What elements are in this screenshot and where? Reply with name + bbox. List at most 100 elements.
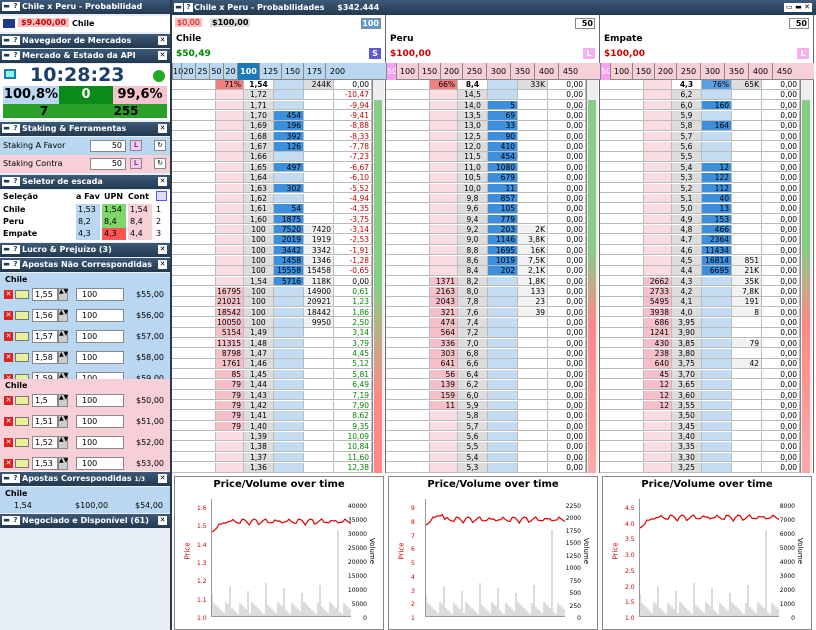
minimize-icon[interactable]: ▬ — [2, 245, 11, 254]
ladder-cell[interactable]: 15458 — [304, 266, 334, 276]
ladder-row[interactable]: 5,7 0,00 — [386, 421, 586, 432]
stake-tick-button[interactable]: 150 — [418, 63, 440, 80]
ladder-cell[interactable] — [644, 431, 672, 442]
ladder-cell[interactable]: 5,5 — [672, 152, 702, 163]
ladder-cell[interactable] — [518, 204, 548, 214]
stake-tick-button[interactable]: 150 — [281, 63, 303, 80]
bet-color-swatch[interactable] — [15, 459, 29, 468]
ladder-cell[interactable] — [386, 245, 430, 256]
ladder-cell[interactable] — [304, 380, 334, 390]
ladder-cell[interactable] — [518, 111, 548, 121]
ladder-cell[interactable]: 1,47 — [244, 349, 274, 359]
ladder-cell[interactable] — [304, 183, 334, 194]
odds-input[interactable]: 1,55 — [32, 288, 58, 301]
ladder-row[interactable]: 11,5 454 0,00 — [386, 152, 586, 163]
ladder-cell[interactable]: 3342 — [304, 245, 334, 256]
ladder-cell[interactable] — [430, 224, 458, 235]
stake-tick-button[interactable]: 400 — [534, 63, 558, 80]
ladder-cell[interactable] — [172, 183, 216, 194]
ladder-cell[interactable] — [732, 328, 762, 338]
ladder-cell[interactable]: 1,64 — [244, 173, 274, 183]
ladder-cell[interactable] — [644, 90, 672, 100]
ladder-cell[interactable]: 8,2 — [458, 276, 488, 287]
ladder-cell[interactable] — [518, 100, 548, 111]
ladder-cell[interactable] — [304, 328, 334, 338]
odds-spinner-icon[interactable]: ▲▼ — [58, 457, 68, 470]
ladder-cell[interactable] — [644, 224, 672, 235]
stake-tick-button[interactable]: 150 — [632, 63, 654, 80]
ladder-cell[interactable] — [702, 90, 732, 100]
ladder-cell[interactable]: 8,8 — [458, 245, 488, 256]
ladder-cell[interactable]: 56 — [430, 369, 458, 380]
ladder-cell[interactable] — [644, 142, 672, 152]
ladder-cell[interactable] — [304, 411, 334, 421]
ladder-cell[interactable]: 13,0 — [458, 121, 488, 131]
ladder-cell[interactable]: 1,69 — [244, 121, 274, 131]
ladder-cell[interactable] — [488, 80, 518, 90]
ladder-cell[interactable] — [600, 204, 644, 214]
ladder-cell[interactable] — [386, 100, 430, 111]
ladder-cell[interactable]: 410 — [488, 142, 518, 152]
ladder-cell[interactable]: 105 — [488, 204, 518, 214]
ladder-cell[interactable] — [600, 173, 644, 183]
stake-tick-button[interactable]: 450 — [772, 63, 796, 80]
ladder-row[interactable]: 1241 3,90 0,00 — [600, 328, 800, 338]
ladder-cell[interactable] — [702, 297, 732, 307]
ladder-cell[interactable] — [172, 380, 216, 390]
ladder-cell[interactable] — [386, 266, 430, 276]
minimize-icon[interactable]: ▬ — [2, 124, 11, 133]
ladder-cell[interactable]: 9,4 — [458, 214, 488, 225]
ladder-cell[interactable]: 5,4 — [672, 162, 702, 173]
ladder-cell[interactable] — [732, 224, 762, 235]
ladder-row[interactable]: 1,37 11,60 — [172, 452, 372, 463]
ladder-cell[interactable] — [274, 318, 304, 328]
ladder-cell[interactable]: 15558 — [274, 266, 304, 276]
ladder-cell[interactable]: 4,7 — [672, 235, 702, 245]
ladder-cell[interactable] — [172, 421, 216, 432]
ladder-row[interactable]: 1,38 10,84 — [172, 442, 372, 452]
ladder-row[interactable]: 5,3 0,00 — [386, 462, 586, 473]
minimize-icon[interactable]: ▬ — [2, 474, 11, 483]
ladder-cell[interactable] — [600, 287, 644, 297]
ladder-row[interactable]: 1,71 -9,94 — [172, 100, 372, 111]
matched-panel-bar[interactable]: ▬? Apostas Correspondidas 1/3 ✕ — [0, 472, 170, 486]
ladder-cell[interactable] — [172, 193, 216, 204]
ladder-cell[interactable]: 6695 — [702, 266, 732, 276]
ladder-cell[interactable]: 3,65 — [672, 380, 702, 390]
ladder-cell[interactable]: 3,45 — [672, 421, 702, 432]
ladder-cell[interactable] — [430, 173, 458, 183]
ladder-cell[interactable] — [274, 380, 304, 390]
stake-tick-button[interactable]: 25 — [195, 63, 209, 80]
ladder-cell[interactable] — [488, 400, 518, 411]
ladder-row[interactable]: 303 6,8 0,00 — [386, 349, 586, 359]
ladder-cell[interactable] — [216, 152, 244, 163]
stake-back-input[interactable]: 50 — [90, 140, 126, 152]
ladder-cell[interactable] — [644, 162, 672, 173]
ladder-cell[interactable] — [216, 462, 244, 473]
ladder-cell[interactable]: 5,3 — [458, 462, 488, 473]
ladder-row[interactable]: 4,4 6695 21K 0,00 — [600, 266, 800, 276]
ladder-cell[interactable] — [274, 193, 304, 204]
ladder-cell[interactable]: 1,44 — [244, 380, 274, 390]
ladder-row[interactable]: 5,4 12 0,00 — [600, 162, 800, 173]
ladder-row[interactable]: 5,8 0,00 — [386, 411, 586, 421]
minimize-icon[interactable]: ▬ — [2, 2, 11, 11]
ladder-cell[interactable] — [304, 214, 334, 225]
ladder-cell[interactable] — [304, 369, 334, 380]
ladder-cell[interactable] — [386, 338, 430, 349]
ladder-cell[interactable]: 1,62 — [244, 193, 274, 204]
ladder-cell[interactable] — [702, 131, 732, 142]
ladder-cell[interactable] — [216, 235, 244, 245]
ladder-cell[interactable]: 12,0 — [458, 142, 488, 152]
ladder-cell[interactable] — [172, 328, 216, 338]
ladder-cell[interactable]: 1,60 — [244, 214, 274, 225]
ladder-cell[interactable]: 16K — [518, 245, 548, 256]
ladder-cell[interactable] — [702, 369, 732, 380]
bet-color-swatch[interactable] — [15, 290, 29, 299]
ladder-cell[interactable]: 4,5 — [672, 255, 702, 266]
ladder-cell[interactable]: 159 — [430, 390, 458, 401]
ladder-cell[interactable] — [430, 214, 458, 225]
ladder-cell[interactable]: 79 — [732, 338, 762, 349]
ladder-cell[interactable] — [732, 411, 762, 421]
ladder-cell[interactable] — [488, 338, 518, 349]
